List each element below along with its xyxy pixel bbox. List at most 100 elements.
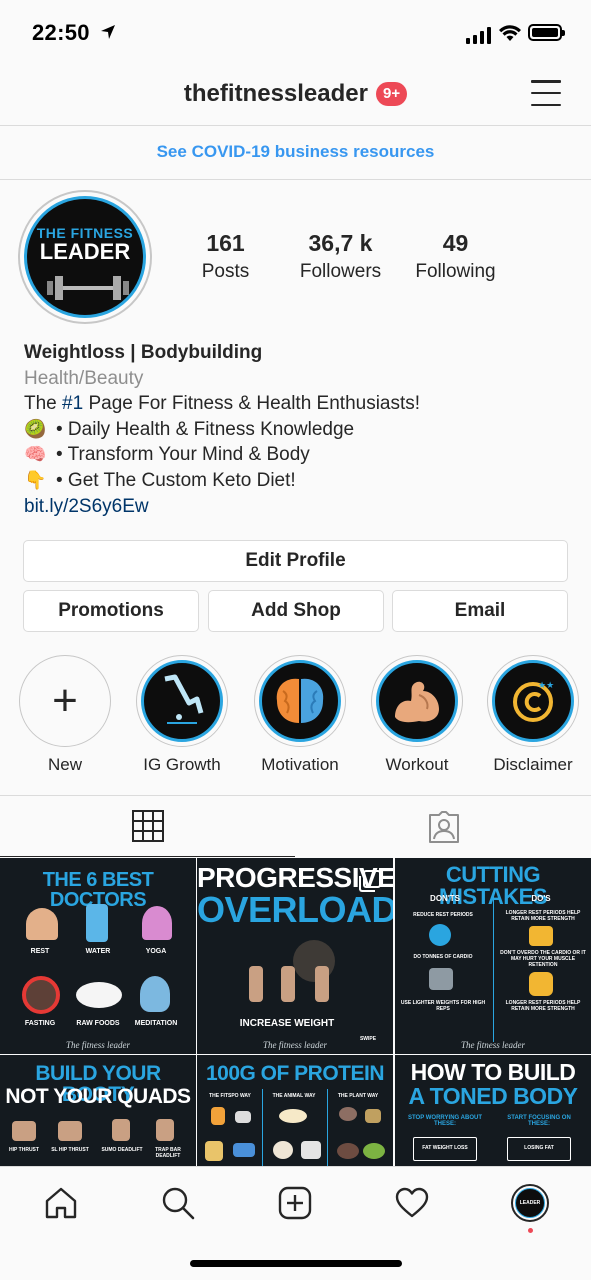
add-shop-button[interactable]: Add Shop [208,590,384,632]
exercise-illustration [12,1121,36,1141]
bio-line-2-text: • Daily Health & Fitness Knowledge [56,418,355,440]
copyright-icon: ★★ [513,681,554,722]
highlight-label: IG Growth [143,755,221,774]
followers-label: Followers [299,261,382,282]
water-illustration [86,904,108,942]
notification-dot [527,1228,533,1233]
dont-item: REDUCE REST PERIODS [413,912,473,918]
dos-header: DO'S [531,894,551,903]
bicep-illustration [529,926,553,946]
post-label: FASTING [24,1020,56,1027]
right-item: LOSING FAT [524,1145,554,1151]
hamburger-menu-icon[interactable] [531,80,561,106]
cellular-signal-icon [466,26,491,44]
exercise-label: TRAP BAR DEADLIFT [155,1147,181,1159]
tab-grid[interactable] [0,796,295,857]
profile-avatar[interactable]: THE FITNESS LEADER [18,190,152,324]
highlight-label: New [47,755,82,774]
post-label: RAW FOODS [76,1020,120,1027]
post-signature: The fitness leader [461,1040,525,1050]
notification-badge: 9+ [375,82,408,106]
column-divider [262,1089,263,1166]
followers-value: 36,7 k [308,230,373,256]
nav-new-post[interactable] [273,1181,317,1225]
bio-hashtag[interactable]: #1 [62,393,83,414]
column-divider [493,892,494,1042]
dumbbell-icon [47,276,129,300]
do-item: LONGER REST PERIODS HELP RETAIN MORE STR… [505,1000,581,1012]
edit-profile-button[interactable]: Edit Profile [23,540,568,582]
followers-count[interactable]: 36,7 k Followers [283,230,398,283]
story-highlights: + New IG Growth Motivation Workout ★★ Di… [0,655,591,775]
nav-avatar-text: LEADER [515,1188,545,1218]
profile-tabs [0,795,591,857]
food-illustration [273,1141,293,1159]
post-label: YOGA [145,948,167,955]
post-thumbnail[interactable]: 100G OF PROTEIN THE FITSPO WAY THE ANIMA… [197,1055,393,1166]
food-illustration [339,1107,357,1121]
food-illustration [233,1143,255,1157]
brain-icon [276,678,324,723]
lifter-illustration [281,966,295,1002]
rest-illustration [26,908,58,940]
post-thumbnail[interactable]: THE 6 BEST DOCTORS REST WATER YOGA FASTI… [0,858,196,1054]
wifi-icon [499,25,521,41]
post-thumbnail[interactable]: HOW TO BUILD A TONED BODY STOP WORRYING … [395,1055,591,1166]
profile-avatar-icon: LEADER [511,1184,549,1222]
post-title: 100G OF PROTEIN [205,1062,385,1085]
graph-icon [164,674,204,724]
post-right-header: START FOCUSING ON THESE: [507,1115,571,1127]
home-icon [45,1187,77,1219]
brain-emoji-icon: 🧠 [24,444,47,465]
nav-activity[interactable] [390,1181,434,1225]
lifter-illustration [529,972,553,996]
treadmill-illustration [429,968,453,990]
battery-icon [528,24,565,41]
exercise-label: SUMO DEADLIFT [101,1147,143,1153]
nav-home[interactable] [39,1181,83,1225]
bio-link[interactable]: bit.ly/2S6y6Ew [24,494,574,520]
do-item: DON'T OVERDO THE CARDIO OR IT MAY HURT Y… [500,950,586,968]
exercise-label: SL HIP THRUST [51,1147,89,1153]
nav-search[interactable] [156,1181,200,1225]
covid-resources-link[interactable]: See COVID-19 business resources [0,126,591,180]
post-thumbnail[interactable]: PROGRESSIVE OVERLOAD INCREASE WEIGHT SWI… [197,858,393,1054]
highlight-workout[interactable]: Workout [362,655,472,775]
post-title-line2: OVERLOAD [197,889,393,930]
nav-profile[interactable]: LEADER [508,1181,552,1233]
bio-line-4: 👇 • Get The Custom Keto Diet! [24,468,574,494]
following-count[interactable]: 49 Following [398,230,513,283]
highlight-ig-growth[interactable]: IG Growth [127,655,237,775]
post-title-line2: NOT YOUR QUADS [5,1085,191,1108]
highlight-disclaimer[interactable]: ★★ Disclaimer [478,655,588,775]
highlight-motivation[interactable]: Motivation [245,655,355,775]
post-thumbnail[interactable]: CUTTING MISTAKES DON'TS DO'S REDUCE REST… [395,858,591,1054]
protein-column-header: THE ANIMAL WAY [272,1093,316,1099]
following-label: Following [415,261,496,282]
bio-category: Health/Beauty [24,367,144,389]
post-left-header: STOP WORRYING ABOUT THESE: [407,1115,482,1127]
food-illustration [301,1141,321,1159]
meditation-illustration [140,976,170,1012]
profile-header: thefitnessleader 9+ [0,68,591,126]
post-signature: The fitness leader [66,1040,130,1050]
bio-line-4-text: • Get The Custom Keto Diet! [56,469,296,491]
pointing-down-emoji-icon: 👇 [24,469,47,490]
lifter-illustration [249,966,263,1002]
email-button[interactable]: Email [392,590,568,632]
bio-line-1-suffix: Page For Fitness & Health Enthusiasts! [83,393,421,415]
food-illustration [365,1109,381,1123]
bio-name: Weightloss | Bodybuilding [24,342,263,363]
post-thumbnail[interactable]: BUILD YOUR BOOTY NOT YOUR QUADS HIP THRU… [0,1055,196,1166]
highlight-label: Disclaimer [493,755,573,774]
promotions-button[interactable]: Promotions [23,590,199,632]
food-illustration [235,1111,251,1123]
home-indicator[interactable] [190,1260,402,1267]
posts-count[interactable]: 161 Posts [168,230,283,283]
food-illustration [279,1109,307,1123]
username-title[interactable]: thefitnessleader 9+ [0,80,591,108]
food-illustration [337,1143,359,1159]
tab-tagged[interactable] [296,796,591,857]
highlight-new[interactable]: + New [10,655,120,775]
stopwatch-illustration [429,924,451,946]
